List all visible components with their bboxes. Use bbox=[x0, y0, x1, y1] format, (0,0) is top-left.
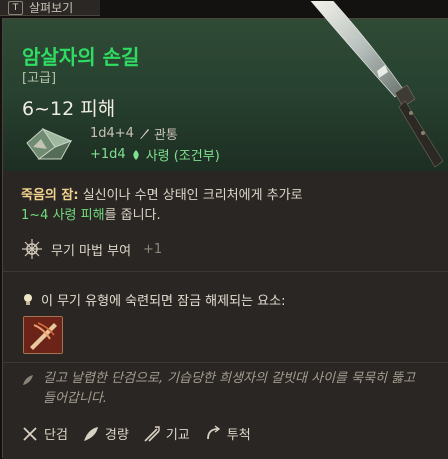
piercing-icon bbox=[139, 128, 149, 139]
item-rarity: [고급] bbox=[22, 71, 57, 86]
finesse-icon bbox=[144, 425, 160, 442]
feather-icon bbox=[83, 426, 98, 441]
damage-line-necrotic: +1d4 사령 (조건부) bbox=[90, 145, 220, 164]
necrotic-icon bbox=[133, 149, 139, 160]
property-label: 투척 bbox=[226, 428, 251, 443]
proficiency-section: 이 무기 유형에 숙련되면 잠금 해제되는 요소: bbox=[3, 272, 448, 363]
property-thrown: 투척 bbox=[204, 424, 251, 443]
item-damage: 6~12 피해 bbox=[22, 98, 116, 120]
slash-icon bbox=[24, 317, 62, 353]
passive-text-2: 를 줍니다. bbox=[104, 208, 161, 223]
tooltip-header: 암살자의 손길 [고급] 6~12 피해 1d4+4 관통 +1d4 사령 (조… bbox=[3, 1, 448, 172]
lightbulb-icon bbox=[24, 293, 32, 305]
dice-icon bbox=[26, 127, 73, 160]
damage-type: 관통 bbox=[153, 128, 178, 143]
passive-section: 죽음의 잠: 실신이나 수면 상태인 크리처에게 추가로 1~4 사령 피해를 … bbox=[3, 171, 448, 272]
flavor-text-block: 길고 날렵한 단검으로, 기습당한 희생자의 갈빗대 사이를 묵묵히 뚫고 들어… bbox=[21, 369, 431, 409]
enchantment-icon bbox=[22, 239, 42, 259]
quill-icon bbox=[23, 375, 33, 385]
bonus-damage-type: 사령 (조건부) bbox=[145, 149, 220, 164]
proficiency-text: 이 무기 유형에 숙련되면 잠금 해제되는 요소: bbox=[41, 294, 286, 309]
passive-description: 죽음의 잠: 실신이나 수면 상태인 크리처에게 추가로 1~4 사령 피해를 … bbox=[21, 186, 431, 226]
passive-text-1: 실신이나 수면 상태인 크리처에게 추가로 bbox=[78, 188, 303, 203]
examine-bar[interactable]: T 살펴보기 bbox=[0, 0, 100, 16]
thrown-icon bbox=[206, 424, 220, 439]
weapon-action-icon[interactable] bbox=[23, 316, 63, 354]
property-label: 단검 bbox=[44, 428, 68, 443]
dagger-icon bbox=[23, 426, 37, 441]
property-label: 기교 bbox=[165, 428, 190, 443]
property-finesse: 기교 bbox=[143, 424, 190, 443]
weapon-enchantment: 무기 마법 부여 +1 bbox=[21, 238, 162, 260]
bonus-damage-dice: +1d4 bbox=[90, 147, 126, 162]
property-label: 경량 bbox=[104, 428, 129, 443]
passive-name: 죽음의 잠: bbox=[21, 188, 79, 203]
dagger-artwork bbox=[310, 1, 444, 168]
examine-label: 살펴보기 bbox=[29, 1, 74, 15]
item-name: 암살자의 손길 bbox=[22, 45, 140, 69]
examine-hotkey: T bbox=[8, 0, 23, 15]
proficiency-unlock: 이 무기 유형에 숙련되면 잠금 해제되는 요소: bbox=[21, 290, 285, 309]
damage-line-piercing: 1d4+4 관통 bbox=[90, 124, 178, 143]
weapon-properties: 단검 경량 기교 투척 bbox=[21, 424, 251, 443]
damage-dice: 1d4+4 bbox=[90, 126, 134, 141]
item-tooltip: 암살자의 손길 [고급] 6~12 피해 1d4+4 관통 +1d4 사령 (조… bbox=[2, 1, 448, 459]
property-dagger: 단검 bbox=[21, 424, 68, 443]
passive-damage: 1~4 사령 피해 bbox=[21, 208, 105, 223]
flavor-text: 길고 날렵한 단검으로, 기습당한 희생자의 갈빗대 사이를 묵묵히 뚫고 들어… bbox=[43, 371, 416, 406]
property-light: 경량 bbox=[82, 424, 129, 443]
flavor-section: 길고 날렵한 단검으로, 기습당한 희생자의 갈빗대 사이를 묵묵히 뚫고 들어… bbox=[3, 363, 448, 459]
enchantment-value: +1 bbox=[143, 241, 163, 257]
enchantment-label: 무기 마법 부여 bbox=[51, 243, 132, 259]
